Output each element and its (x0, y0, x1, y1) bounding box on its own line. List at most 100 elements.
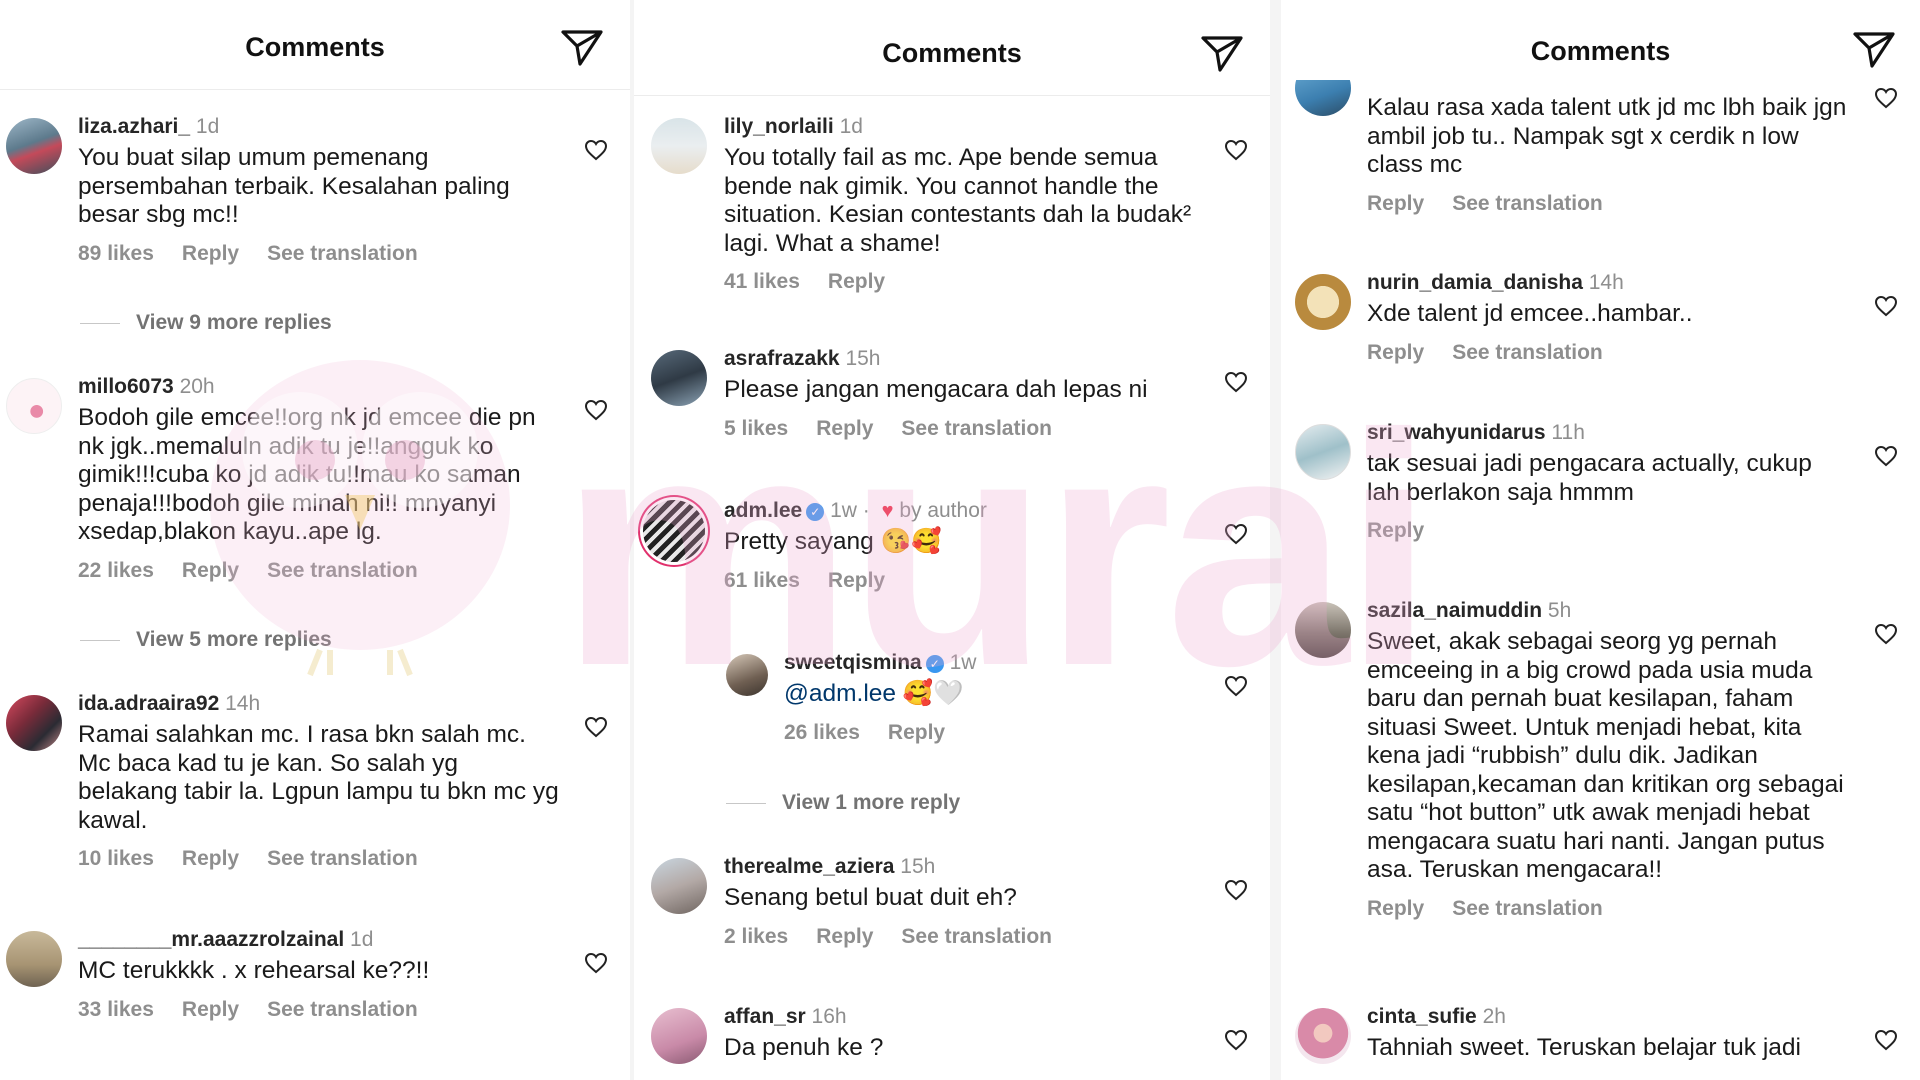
comments-panel-3: Comments Kalau rasa xada talent utk jd m… (1281, 0, 1920, 1080)
comment-username[interactable]: adm.lee (724, 499, 802, 522)
like-heart-icon[interactable] (1224, 522, 1248, 546)
reply-button[interactable]: Reply (888, 721, 945, 744)
comment-text: Kalau rasa xada talent utk jd mc lbh bai… (1367, 94, 1847, 178)
avatar[interactable] (1295, 1008, 1351, 1064)
see-translation-link[interactable]: See translation (1452, 897, 1603, 920)
like-heart-icon[interactable] (584, 715, 608, 739)
reply-button[interactable]: Reply (1367, 897, 1424, 920)
reply-button[interactable]: Reply (182, 242, 239, 265)
like-count[interactable]: 33 likes (78, 998, 154, 1021)
comment-text: Bodoh gile emcee!!org nk jd emcee die pn… (78, 404, 536, 545)
like-heart-icon[interactable] (1224, 1028, 1248, 1052)
send-icon[interactable] (560, 28, 604, 68)
view-more-replies[interactable]: View 5 more replies (80, 628, 332, 652)
see-translation-link[interactable]: See translation (901, 417, 1052, 440)
comment-username[interactable]: ida.adraaira92 (78, 692, 219, 715)
comment-username[interactable]: sri_wahyunidarus (1367, 421, 1546, 444)
avatar[interactable] (651, 1008, 707, 1064)
comment-time: 14h (1588, 271, 1624, 294)
comments-title: Comments (882, 38, 1022, 68)
see-translation-link[interactable]: See translation (267, 559, 418, 582)
like-heart-icon[interactable] (1874, 294, 1898, 318)
avatar[interactable] (651, 350, 707, 406)
see-translation-link[interactable]: See translation (267, 847, 418, 870)
like-count[interactable]: 89 likes (78, 242, 154, 265)
avatar[interactable] (1295, 424, 1351, 480)
comment-text: MC terukkkk . x rehearsal ke??!! (78, 957, 430, 984)
avatar[interactable] (6, 118, 62, 174)
comment-username[interactable]: affan_sr (724, 1005, 806, 1028)
reply-button[interactable]: Reply (182, 559, 239, 582)
comment-username[interactable]: cinta_sufie (1367, 1005, 1477, 1028)
by-author-label: by author (899, 499, 987, 522)
verified-badge-icon: ✓ (925, 655, 944, 673)
comment-text: Da penuh ke ? (724, 1034, 884, 1061)
like-count[interactable]: 22 likes (78, 559, 154, 582)
comment-username[interactable]: asrafrazakk (724, 347, 840, 370)
comment-username[interactable]: sweetqismina (784, 651, 922, 674)
reply-button[interactable]: Reply (1367, 341, 1424, 364)
see-translation-link[interactable]: See translation (1452, 192, 1603, 215)
reply-button[interactable]: Reply (828, 569, 885, 592)
view-more-replies[interactable]: View 9 more replies (80, 311, 332, 335)
avatar[interactable] (1295, 274, 1351, 330)
comments-header: Comments (0, 0, 630, 90)
comment-text: tak sesuai jadi pengacara actually, cuku… (1367, 450, 1812, 506)
comment-username[interactable]: ________mr.aaazzrolzainal (78, 928, 344, 951)
comment-time: 16h (811, 1005, 847, 1028)
reply-button[interactable]: Reply (182, 847, 239, 870)
avatar[interactable] (726, 654, 768, 696)
reply-button[interactable]: Reply (1367, 192, 1424, 215)
like-heart-icon[interactable] (1874, 622, 1898, 646)
avatar[interactable] (651, 118, 707, 174)
comment-time: 5h (1547, 599, 1572, 622)
send-icon[interactable] (1852, 30, 1896, 70)
like-heart-icon[interactable] (584, 398, 608, 422)
reply-button[interactable]: Reply (828, 270, 885, 293)
like-heart-icon[interactable] (1874, 444, 1898, 468)
see-translation-link[interactable]: See translation (1452, 341, 1603, 364)
comment-username[interactable]: liza.azhari_ (78, 115, 190, 138)
comment-time: 15h (845, 347, 881, 370)
like-heart-icon[interactable] (1224, 138, 1248, 162)
send-icon[interactable] (1200, 34, 1244, 74)
comment-text: Ramai salahkan mc. I rasa bkn salah mc. … (78, 721, 559, 834)
avatar[interactable] (643, 500, 705, 562)
see-translation-link[interactable]: See translation (901, 925, 1052, 948)
comment-username[interactable]: lily_norlaili (724, 115, 834, 138)
avatar[interactable] (1295, 602, 1351, 658)
like-heart-icon[interactable] (584, 138, 608, 162)
see-translation-link[interactable]: See translation (267, 242, 418, 265)
like-heart-icon[interactable] (1224, 674, 1248, 698)
like-heart-icon[interactable] (1874, 86, 1898, 110)
avatar[interactable] (6, 378, 62, 434)
see-translation-link[interactable]: See translation (267, 998, 418, 1021)
reply-button[interactable]: Reply (182, 998, 239, 1021)
reply-button[interactable]: Reply (1367, 519, 1424, 542)
like-heart-icon[interactable] (1874, 1028, 1898, 1052)
like-heart-icon[interactable] (584, 951, 608, 975)
reply-button[interactable]: Reply (816, 417, 873, 440)
comments-panel-1: Comments liza.azhari_ 1d You buat silap … (0, 0, 630, 1080)
mention-link[interactable]: @adm.lee (784, 680, 896, 707)
comment-username[interactable]: nurin_damia_danisha (1367, 271, 1583, 294)
like-heart-icon[interactable] (1224, 370, 1248, 394)
panel-divider (1270, 0, 1281, 1080)
like-count[interactable]: 5 likes (724, 417, 788, 440)
comment-username[interactable]: millo6073 (78, 375, 174, 398)
avatar[interactable] (6, 695, 62, 751)
comment-username[interactable]: sazila_naimuddin (1367, 599, 1542, 622)
avatar[interactable] (6, 931, 62, 987)
like-count[interactable]: 2 likes (724, 925, 788, 948)
avatar[interactable] (651, 858, 707, 914)
like-count[interactable]: 41 likes (724, 270, 800, 293)
comment-time: 15h (900, 855, 936, 878)
view-more-replies[interactable]: View 1 more reply (726, 791, 960, 815)
like-heart-icon[interactable] (1224, 878, 1248, 902)
comment-username[interactable]: therealme_aziera (724, 855, 894, 878)
like-count[interactable]: 61 likes (724, 569, 800, 592)
reply-button[interactable]: Reply (816, 925, 873, 948)
comment-text: Pretty sayang 😘🥰 (724, 528, 942, 555)
like-count[interactable]: 10 likes (78, 847, 154, 870)
like-count[interactable]: 26 likes (784, 721, 860, 744)
